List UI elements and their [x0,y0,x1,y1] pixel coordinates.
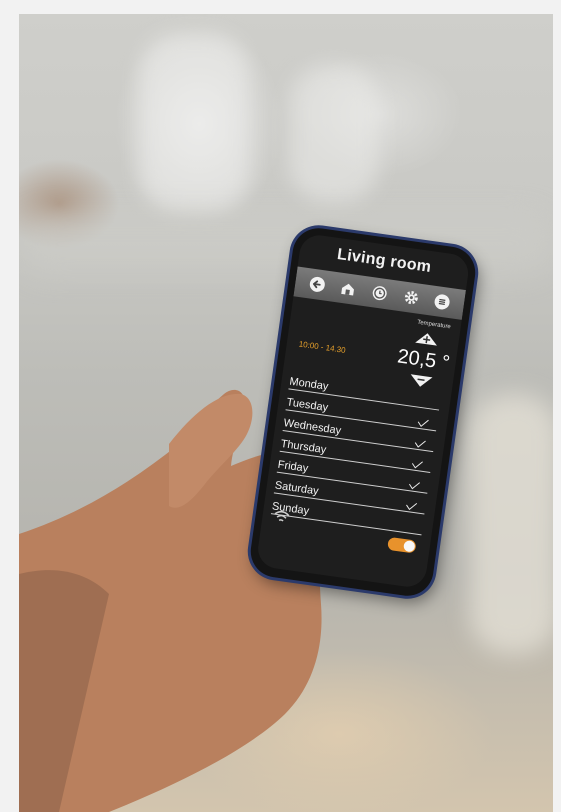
check-icon [417,419,429,427]
thermostat-panel: Temperature 10:00 - 14.30 20,5 ° Monday … [257,296,462,577]
check-icon [411,461,423,469]
home-icon[interactable] [338,279,358,299]
smartphone: Living room Temperature 10:00 - 14.30 20… [247,224,479,600]
power-toggle[interactable] [387,536,417,554]
gear-icon[interactable] [401,287,421,307]
wifi-icon [271,509,291,530]
check-icon [408,482,421,490]
check-icon [414,440,426,448]
clock-icon[interactable] [370,283,390,303]
background-cup-blur [289,64,379,204]
background-vase-blur [139,34,249,214]
background-photo: Living room Temperature 10:00 - 14.30 20… [19,14,553,812]
image-frame: Living room Temperature 10:00 - 14.30 20… [0,0,561,812]
weekday-schedule-list: Monday Tuesday Wednesday Thursday Friday… [270,368,442,536]
temperature-value: 20,5 ° [396,345,452,375]
page-title: Living room [336,245,433,277]
temperature-label: Temperature [416,319,452,331]
background-chair-blur [469,394,553,654]
check-icon [406,502,418,511]
back-arrow-icon[interactable] [307,274,327,294]
phone-screen: Living room Temperature 10:00 - 14.30 20… [255,232,471,590]
toggle-knob [403,540,416,553]
schedule-time-range[interactable]: 10:00 - 14.30 [298,339,346,354]
menu-icon[interactable] [432,292,452,312]
